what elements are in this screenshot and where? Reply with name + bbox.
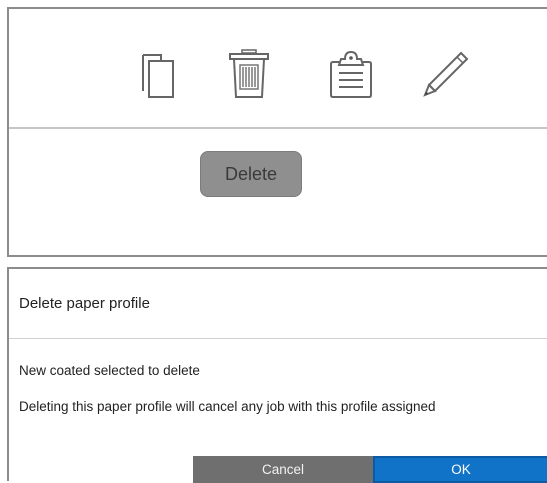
ok-button[interactable]: OK xyxy=(373,456,547,483)
toolbar xyxy=(9,9,547,126)
trash-icon[interactable] xyxy=(221,47,277,103)
dialog-button-row: Cancel OK xyxy=(193,456,547,483)
toolbar-panel: Delete xyxy=(7,7,547,257)
delete-tooltip: Delete xyxy=(200,151,302,197)
delete-dialog: Delete paper profile New coated selected… xyxy=(7,267,547,483)
toolbar-divider xyxy=(9,127,547,129)
dialog-title: Delete paper profile xyxy=(19,295,150,312)
paste-icon[interactable] xyxy=(323,47,379,103)
dialog-divider xyxy=(9,338,547,339)
dialog-message: New coated selected to delete xyxy=(19,363,200,378)
cancel-button[interactable]: Cancel xyxy=(193,456,373,483)
pencil-icon[interactable] xyxy=(417,47,473,103)
copy-icon[interactable] xyxy=(133,47,189,103)
dialog-warning: Deleting this paper profile will cancel … xyxy=(19,399,436,414)
